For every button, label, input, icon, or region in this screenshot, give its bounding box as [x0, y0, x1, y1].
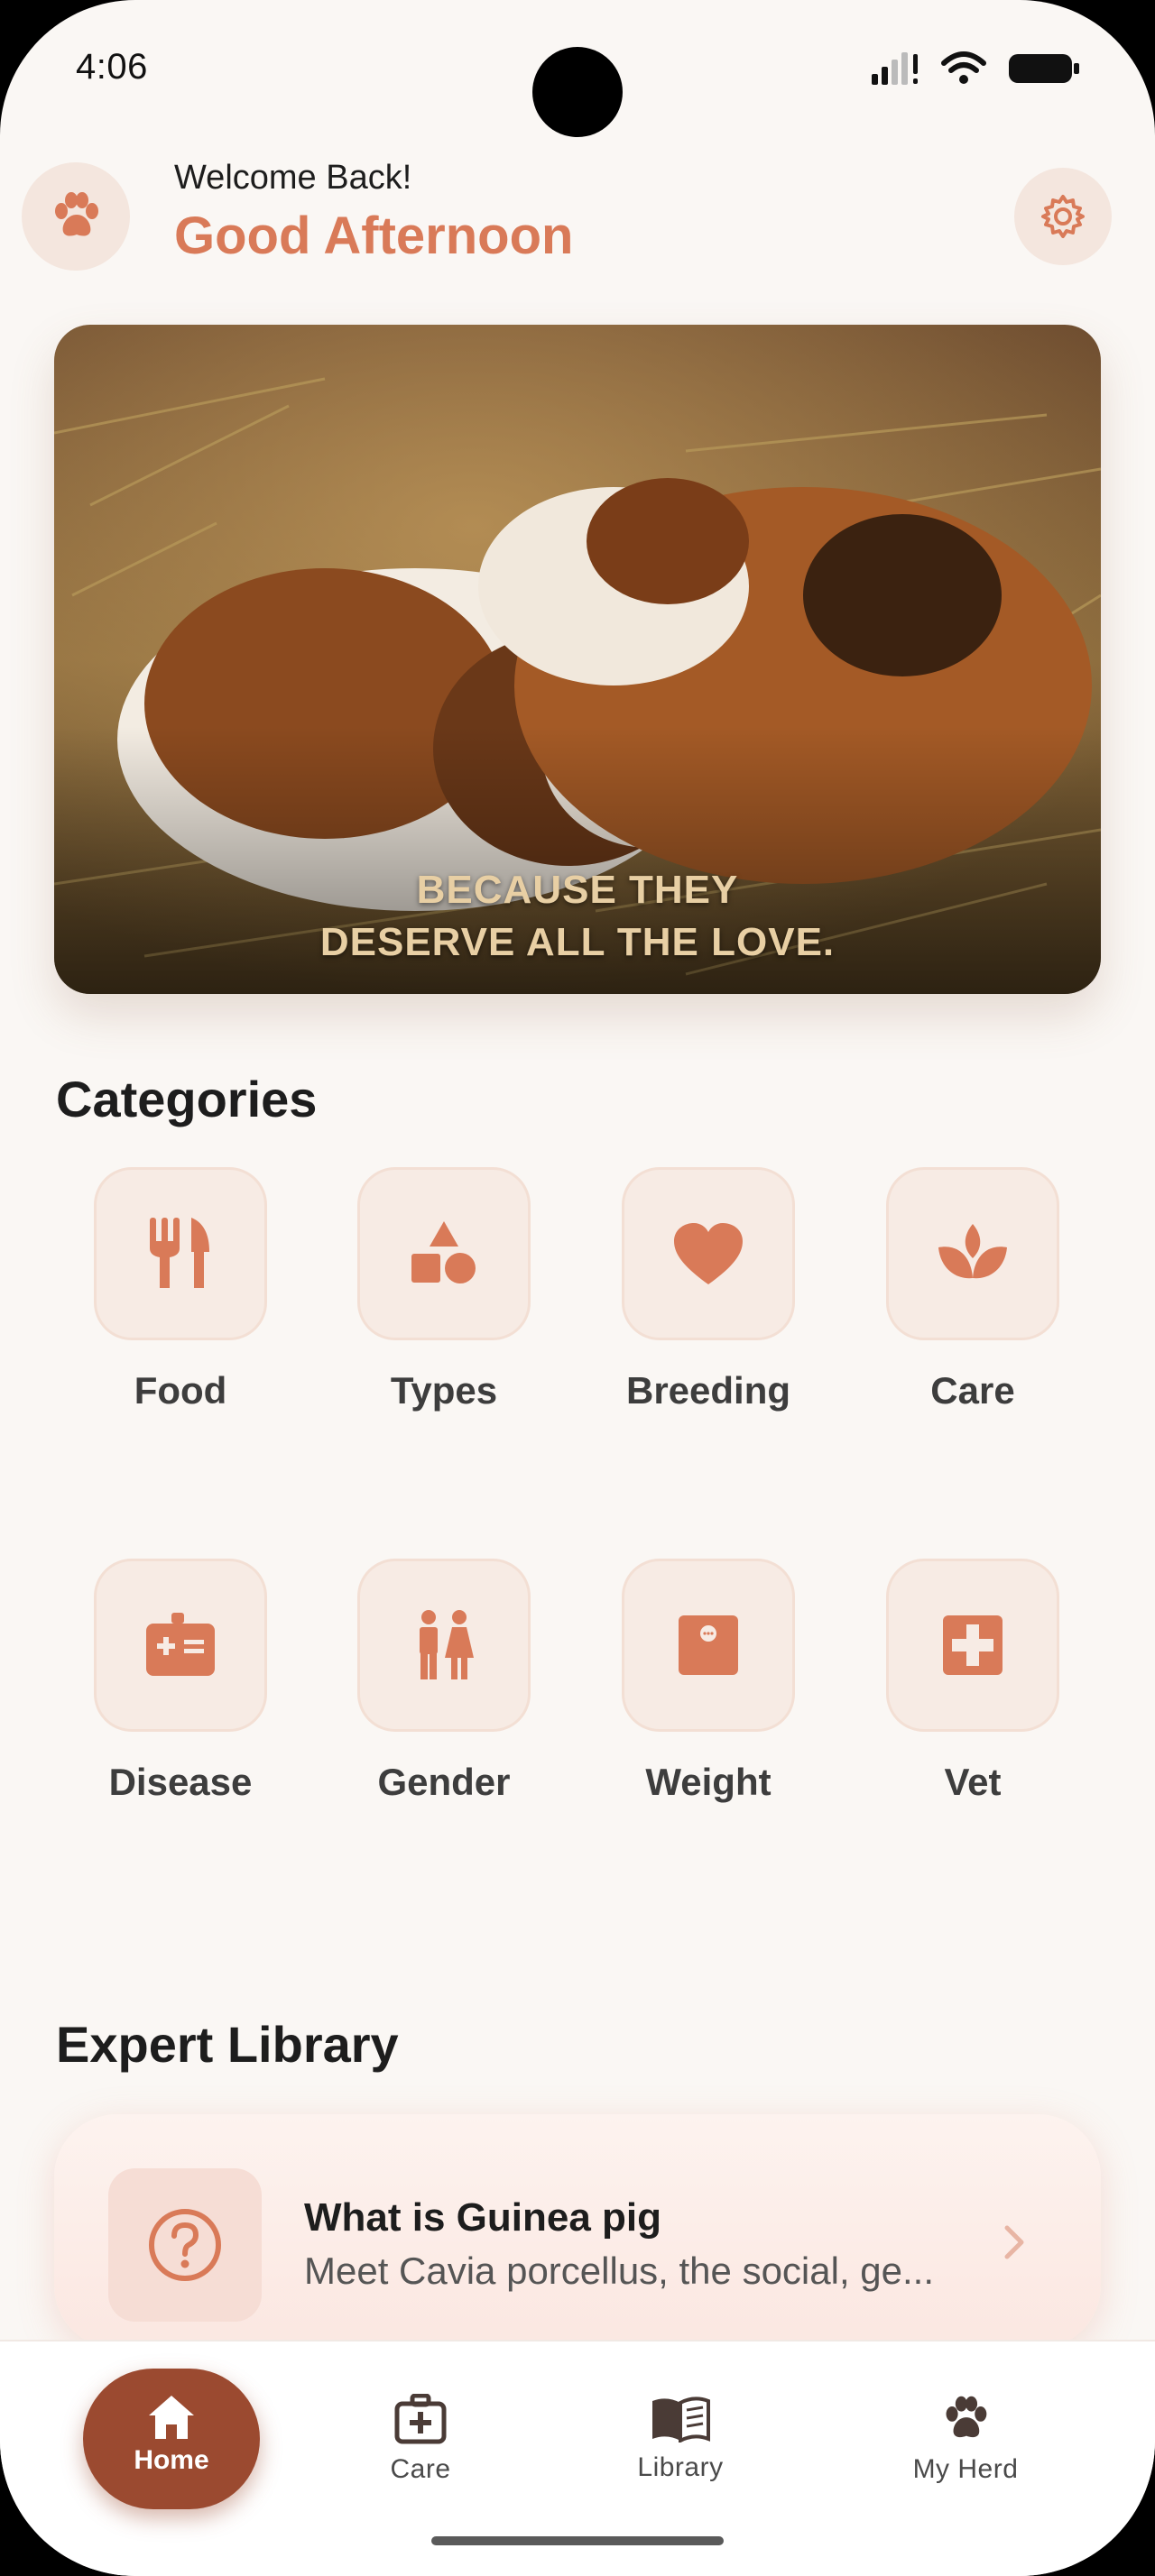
home-icon — [149, 2396, 194, 2439]
category-label: Weight — [645, 1761, 772, 1803]
question-circle-icon — [149, 2209, 221, 2281]
avatar[interactable] — [22, 162, 130, 271]
chevron-right-icon — [1004, 2225, 1024, 2259]
category-care[interactable]: Care — [864, 1167, 1081, 1412]
library-card-subtitle: Meet Cavia porcellus, the social, ge... — [304, 2249, 935, 2292]
greeting-title: Good Afternoon — [174, 207, 574, 265]
gender-icon — [420, 1610, 474, 1679]
paw-icon — [946, 2396, 987, 2438]
category-breeding[interactable]: Breeding — [600, 1167, 817, 1412]
battery-icon — [1009, 54, 1079, 83]
categories-title: Categories — [56, 1071, 318, 1127]
category-gender[interactable]: Gender — [336, 1559, 552, 1804]
status-icons — [870, 51, 1081, 87]
category-tile — [94, 1559, 267, 1732]
tab-library[interactable]: Library — [614, 2396, 747, 2483]
medical-kit-icon — [146, 1613, 215, 1676]
hero-banner[interactable]: BECAUSE THEY DESERVE ALL THE LOVE. — [54, 325, 1101, 994]
category-food[interactable]: Food — [72, 1167, 289, 1412]
hero-caption-line2: DESERVE ALL THE LOVE. — [319, 920, 836, 964]
status-bar: 4:06 — [0, 0, 1155, 137]
category-vet[interactable]: Vet — [864, 1559, 1081, 1804]
library-card-title: What is Guinea pig — [304, 2195, 662, 2240]
tab-care[interactable]: Care — [357, 2393, 484, 2485]
category-tile — [622, 1559, 795, 1732]
tab-label: Home — [134, 2445, 209, 2475]
first-aid-icon — [394, 2393, 447, 2444]
tab-my-herd[interactable]: My Herd — [895, 2394, 1036, 2485]
gear-icon — [1041, 195, 1085, 238]
category-label: Types — [390, 1369, 498, 1412]
phone-screen: 4:06 Welcome Back! Good Afternoon BECAUS… — [0, 0, 1155, 2576]
category-weight[interactable]: Weight — [600, 1559, 817, 1804]
category-tile — [94, 1167, 267, 1340]
status-time: 4:06 — [76, 47, 148, 87]
category-label: Care — [930, 1369, 1015, 1412]
category-label: Breeding — [625, 1369, 791, 1412]
settings-button[interactable] — [1014, 168, 1112, 265]
library-card-icon-tile — [108, 2168, 262, 2322]
category-label: Gender — [377, 1761, 511, 1803]
library-card[interactable]: What is Guinea pig Meet Cavia porcellus,… — [54, 2114, 1101, 2349]
tab-label: Care — [390, 2454, 451, 2484]
category-types[interactable]: Types — [336, 1167, 552, 1412]
category-disease[interactable]: Disease — [72, 1559, 289, 1804]
book-icon — [652, 2397, 710, 2444]
category-tile — [622, 1167, 795, 1340]
medical-cross-icon — [943, 1615, 1003, 1675]
hero-caption-line1: BECAUSE THEY — [416, 868, 739, 912]
camera-cutout — [532, 47, 623, 137]
category-label: Disease — [108, 1761, 253, 1803]
scale-icon — [679, 1615, 738, 1675]
fork-knife-icon — [150, 1218, 209, 1288]
wifi-icon — [941, 51, 986, 84]
heart-icon — [674, 1223, 743, 1284]
shapes-icon — [411, 1221, 476, 1283]
welcome-text: Welcome Back! — [174, 159, 412, 197]
category-tile — [357, 1559, 531, 1732]
hero-caption: BECAUSE THEY DESERVE ALL THE LOVE. — [54, 864, 1101, 969]
home-indicator[interactable] — [431, 2536, 724, 2545]
signal-icon — [872, 52, 918, 85]
lotus-icon — [938, 1224, 1007, 1279]
category-tile — [886, 1559, 1059, 1732]
category-label: Vet — [944, 1761, 1002, 1803]
category-label: Food — [134, 1369, 227, 1412]
tab-home[interactable]: Home — [83, 2369, 260, 2509]
category-tile — [357, 1167, 531, 1340]
tab-label: My Herd — [912, 2454, 1019, 2484]
category-tile — [886, 1167, 1059, 1340]
tab-label: Library — [637, 2452, 724, 2482]
paw-icon — [55, 192, 98, 236]
library-title: Expert Library — [56, 2016, 399, 2073]
